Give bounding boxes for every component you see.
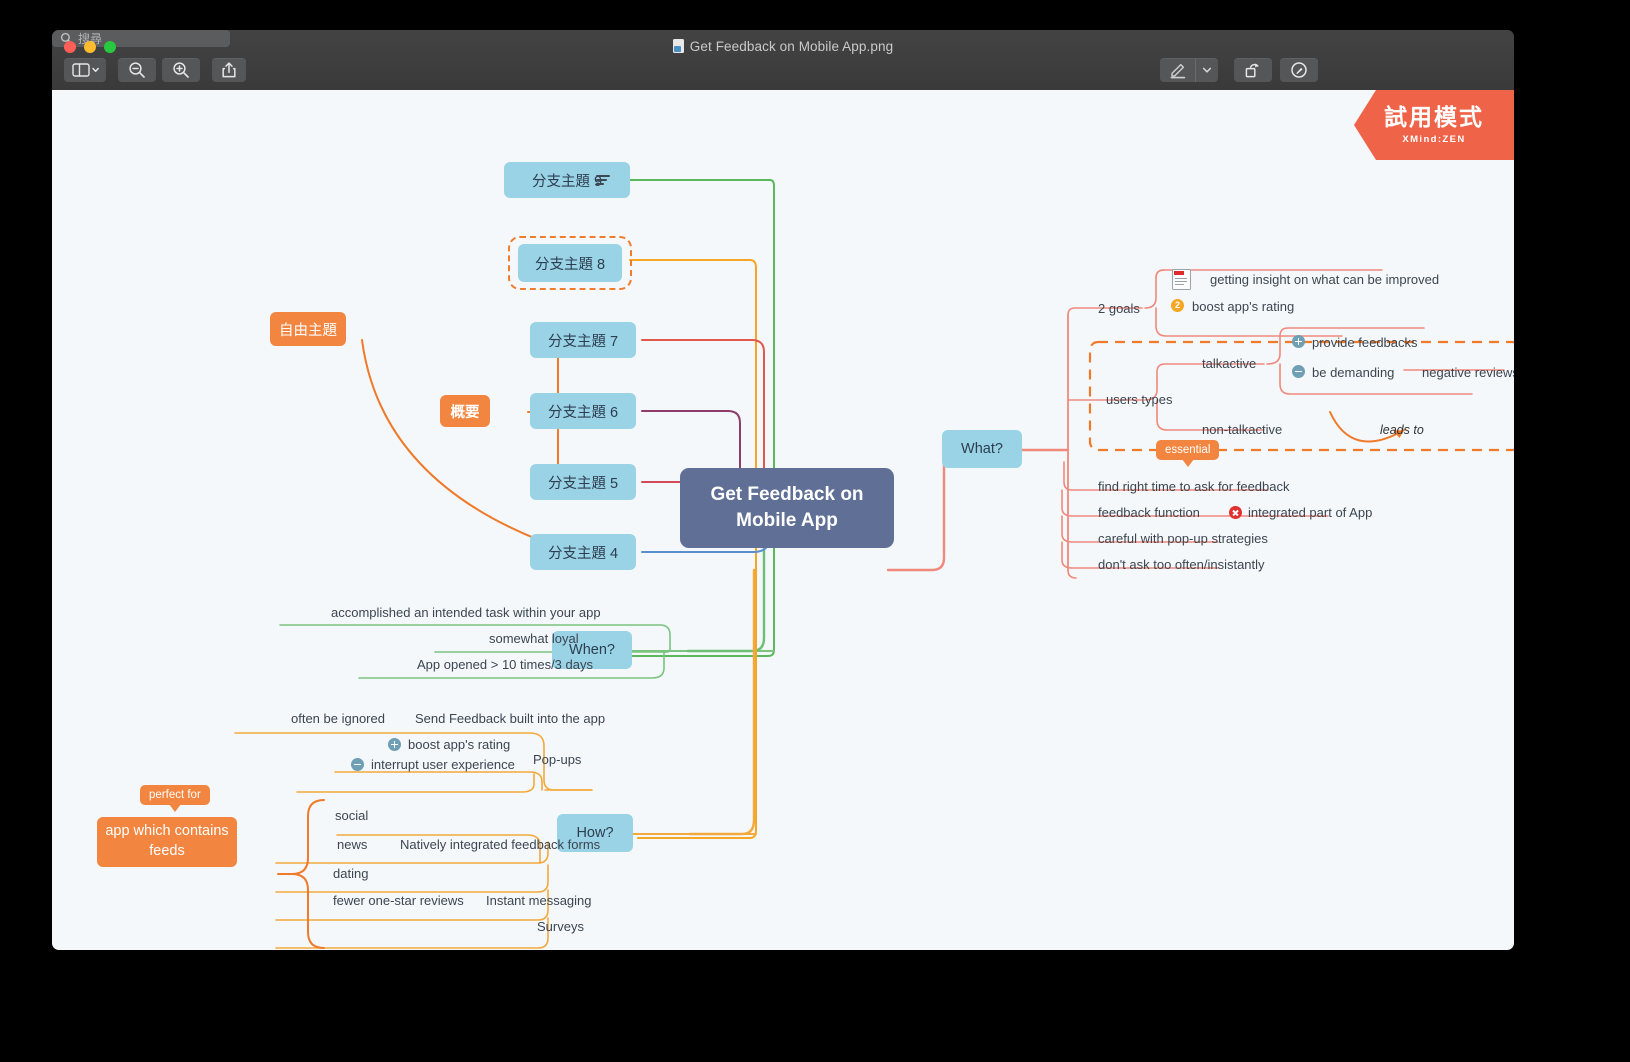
pro-marker-plus-popups xyxy=(388,738,401,751)
window-title-text: Get Feedback on Mobile App.png xyxy=(689,39,894,54)
when-item-2[interactable]: somewhat loyal xyxy=(489,631,579,646)
zoom-out-button[interactable] xyxy=(118,58,156,82)
branch-topic-8[interactable]: 分支主題 8 xyxy=(518,244,622,282)
branch-what-label: What? xyxy=(961,441,1003,457)
how-popups-pro[interactable]: boost app's rating xyxy=(408,737,510,752)
window-title: Get Feedback on Mobile App.png xyxy=(52,39,1514,54)
sidebar-toggle-button[interactable] xyxy=(64,58,106,82)
branch-topic-7-label: 分支主題 7 xyxy=(547,333,619,350)
essential-callout[interactable]: essential xyxy=(1156,440,1220,467)
trial-label: 試用模式 xyxy=(1384,103,1484,130)
how-surveys[interactable]: Surveys xyxy=(537,919,584,934)
notes-icon xyxy=(596,175,610,186)
con-marker-minus-popups xyxy=(351,758,364,771)
how-often-be-ignored[interactable]: often be ignored xyxy=(291,711,385,726)
perfect-for-callout[interactable]: perfect for xyxy=(140,785,210,812)
what-item-2[interactable]: feedback function xyxy=(1098,505,1200,520)
what-users-types[interactable]: users types xyxy=(1106,392,1172,407)
central-topic-line2: Mobile App xyxy=(736,510,838,531)
how-app-type-social[interactable]: social xyxy=(335,808,368,823)
how-popups-con[interactable]: interrupt user experience xyxy=(371,757,515,772)
markup-dropdown-button[interactable] xyxy=(1195,58,1218,82)
what-goals-label[interactable]: 2 goals xyxy=(1098,301,1140,316)
what-item-1[interactable]: find right time to ask for feedback xyxy=(1098,479,1289,494)
perfect-for-target[interactable]: app which contains feeds xyxy=(97,817,237,867)
what-non-talkactive[interactable]: non-talkactive xyxy=(1202,422,1282,437)
branch-topic-6[interactable]: 分支主題 6 xyxy=(530,393,636,429)
branch-topic-5[interactable]: 分支主題 5 xyxy=(530,464,636,500)
share-button[interactable] xyxy=(212,58,246,82)
summary-label-text: 概要 xyxy=(450,404,480,421)
central-topic-line1: Get Feedback on xyxy=(710,484,864,506)
pro-marker-plus xyxy=(1292,335,1305,348)
what-provide-feedbacks[interactable]: provide feedbacks xyxy=(1312,335,1418,350)
summary-label[interactable]: 概要 xyxy=(440,395,490,427)
number-marker-2: 2 xyxy=(1171,299,1184,312)
branch-topic-6-label: 分支主題 6 xyxy=(547,404,619,421)
branch-topic-4-label: 分支主題 4 xyxy=(547,545,619,562)
what-item-2-extra[interactable]: integrated part of App xyxy=(1248,505,1372,520)
con-marker-minus xyxy=(1292,365,1305,378)
perfect-for-target-label: app which contains feeds xyxy=(105,823,229,859)
branch-topic-9[interactable]: 分支主題 9 xyxy=(504,162,630,198)
mindmap-canvas[interactable]: 試用模式 XMind:ZEN Get Feedback on Mobile Ap… xyxy=(52,90,1514,950)
branch-topic-4[interactable]: 分支主題 4 xyxy=(530,534,636,570)
what-negative-reviews[interactable]: negative reviews xyxy=(1422,365,1514,380)
how-natively-integrated[interactable]: Natively integrated feedback forms xyxy=(400,837,600,852)
title-bar: Get Feedback on Mobile App.png 搜尋 xyxy=(52,30,1514,91)
what-item-3[interactable]: careful with pop-up strategies xyxy=(1098,531,1268,546)
how-instant-messaging[interactable]: Instant messaging xyxy=(486,893,592,908)
when-item-3[interactable]: App opened > 10 times/3 days xyxy=(417,657,593,672)
what-goal-1[interactable]: getting insight on what can be improved xyxy=(1210,272,1439,287)
what-goal-2[interactable]: boost app's rating xyxy=(1192,299,1294,314)
floating-topic-label: 自由主題 xyxy=(279,322,337,339)
news-icon xyxy=(1172,269,1191,290)
what-talkactive[interactable]: talkactive xyxy=(1202,356,1256,371)
product-label: XMind:ZEN xyxy=(1402,133,1466,145)
relationship-label: leads to xyxy=(1380,423,1424,437)
branch-topic-8-label: 分支主題 8 xyxy=(534,256,606,273)
zoom-in-button[interactable] xyxy=(162,58,200,82)
when-item-1[interactable]: accomplished an intended task within you… xyxy=(331,605,601,620)
png-file-icon xyxy=(672,39,684,53)
trial-mode-banner: 試用模式 XMind:ZEN xyxy=(1354,90,1514,160)
how-send-feedback[interactable]: Send Feedback built into the app xyxy=(415,711,605,726)
rotate-button[interactable] xyxy=(1234,58,1272,82)
central-topic[interactable]: Get Feedback on Mobile App xyxy=(680,468,894,548)
how-fewer-one-star[interactable]: fewer one-star reviews xyxy=(333,893,464,908)
branch-topic-7[interactable]: 分支主題 7 xyxy=(530,322,636,358)
x-marker xyxy=(1229,506,1242,519)
what-item-4[interactable]: don't ask too often/insistantly xyxy=(1098,557,1265,572)
branch-topic-5-label: 分支主題 5 xyxy=(547,475,619,492)
markup-pen-button[interactable] xyxy=(1160,58,1196,82)
preview-window: Get Feedback on Mobile App.png 搜尋 試用模式 X… xyxy=(52,30,1514,950)
annotate-button[interactable] xyxy=(1280,58,1318,82)
how-app-type-news[interactable]: news xyxy=(337,837,367,852)
what-be-demanding[interactable]: be demanding xyxy=(1312,365,1394,380)
branch-topic-9-label: 分支主題 9 xyxy=(531,173,603,190)
how-app-type-dating[interactable]: dating xyxy=(333,866,368,881)
how-popups-label[interactable]: Pop-ups xyxy=(533,752,581,767)
branch-what[interactable]: What? xyxy=(942,430,1022,468)
floating-topic[interactable]: 自由主題 xyxy=(270,312,346,346)
